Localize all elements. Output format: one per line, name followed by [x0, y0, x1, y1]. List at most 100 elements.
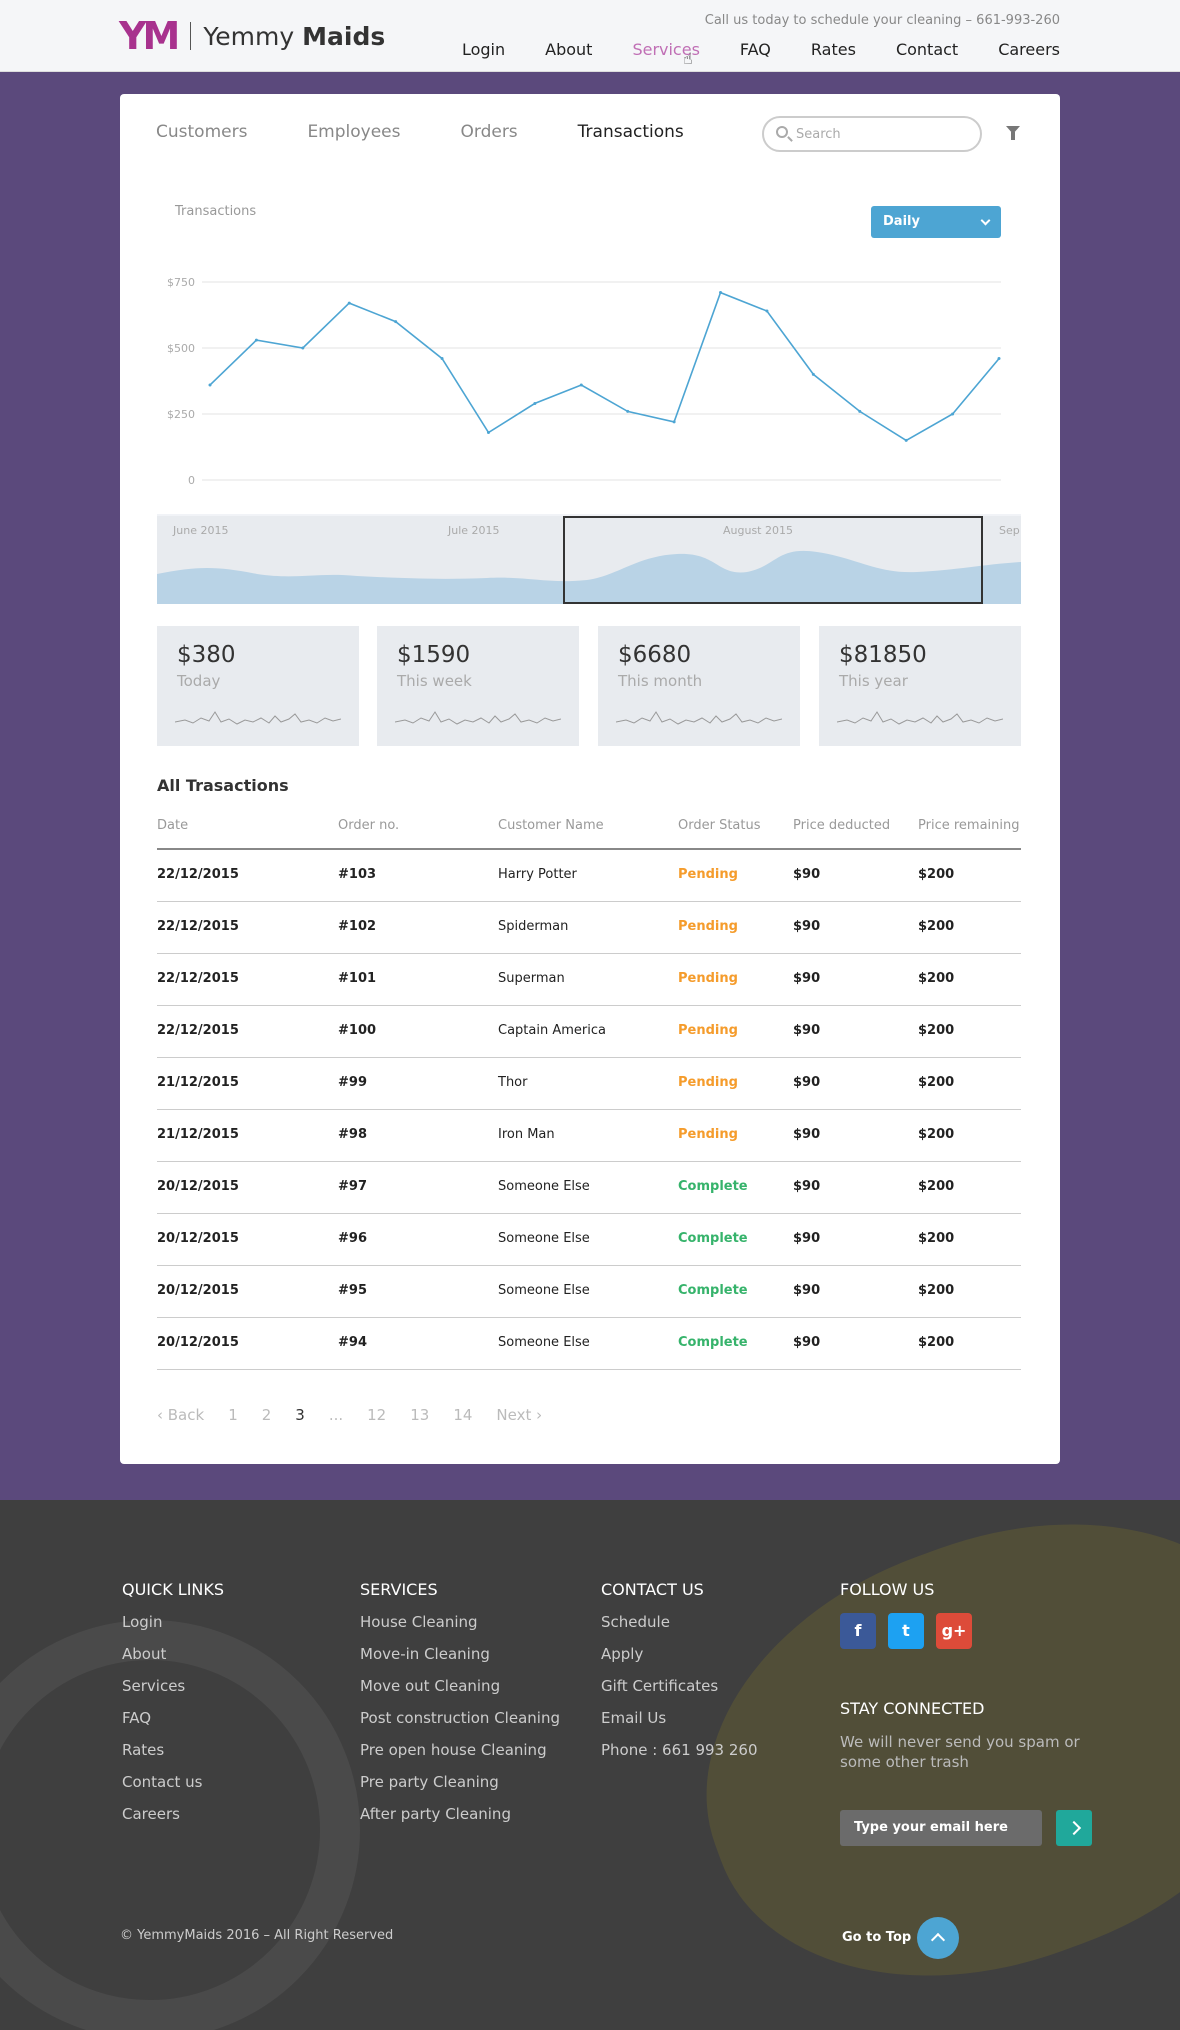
transactions-chart-panel: Transactions Daily $750 $500 $250 0 June 20… [157, 184, 1021, 604]
filter-icon[interactable] [1006, 126, 1020, 140]
search-input[interactable] [796, 124, 966, 144]
footer-link[interactable]: Pre open house Cleaning [360, 1741, 560, 1759]
price-deducted-cell: $90 [793, 1075, 821, 1090]
stat-value: $380 [177, 642, 236, 668]
customer-name-cell: Someone Else [498, 1283, 590, 1298]
footer-link[interactable]: About [122, 1645, 224, 1663]
customer-name-cell: Captain America [498, 1023, 606, 1038]
table-row[interactable]: 20/12/2015 #96 Someone Else Complete $90 $200 [157, 1214, 1021, 1266]
footer-link[interactable]: Phone : 661 993 260 [601, 1741, 757, 1759]
table-row[interactable]: 20/12/2015 #95 Someone Else Complete $90 $200 [157, 1266, 1021, 1318]
status-cell: Complete [678, 1283, 748, 1298]
footer-heading: QUICK LINKS [122, 1580, 225, 1599]
brand-second: Maids [302, 21, 386, 51]
table-row[interactable]: 21/12/2015 #98 Iron Man Pending $90 $200 [157, 1110, 1021, 1162]
facebook-icon[interactable]: f [840, 1613, 876, 1649]
search-box[interactable] [762, 116, 982, 152]
nav-link-login[interactable]: Login [462, 40, 505, 59]
footer-link[interactable]: Login [122, 1613, 224, 1631]
subscribe-button[interactable] [1056, 1810, 1092, 1846]
pager-back-button[interactable]: ‹ Back [157, 1406, 204, 1424]
column-header: Date [157, 818, 189, 833]
tab-customers[interactable]: Customers [156, 122, 247, 142]
stay-connected-text: We will never send you spam or some othe… [840, 1733, 1080, 1771]
date-cell: 20/12/2015 [157, 1179, 239, 1194]
go-to-top-button[interactable] [917, 1917, 959, 1959]
footer-link[interactable]: Schedule [601, 1613, 757, 1631]
footer-link[interactable]: Rates [122, 1741, 224, 1759]
footer-heading: FOLLOW US [840, 1580, 935, 1599]
pager-page: ... [328, 1406, 344, 1424]
tab-transactions[interactable]: Transactions [578, 122, 684, 142]
stat-label: This month [618, 672, 703, 690]
table-row[interactable]: 22/12/2015 #101 Superman Pending $90 $200 [157, 954, 1021, 1006]
nav-link-contact[interactable]: Contact [896, 40, 958, 59]
data-point [672, 420, 676, 424]
data-point [486, 430, 490, 434]
tab-employees[interactable]: Employees [307, 122, 400, 142]
status-cell: Pending [678, 1075, 738, 1090]
footer-link[interactable]: After party Cleaning [360, 1805, 560, 1823]
date-cell: 22/12/2015 [157, 971, 239, 986]
footer-link[interactable]: Pre party Cleaning [360, 1773, 560, 1791]
status-cell: Complete [678, 1179, 748, 1194]
email-field[interactable]: Type your email here [840, 1810, 1042, 1846]
table-row[interactable]: 20/12/2015 #94 Someone Else Complete $90 $200 [157, 1318, 1021, 1370]
data-point [301, 346, 305, 350]
data-point [951, 412, 955, 416]
twitter-icon[interactable]: t [888, 1613, 924, 1649]
data-point [904, 438, 908, 442]
stat-card: $1590 This week [377, 626, 579, 746]
copyright: © YemmyMaids 2016 – All Right Reserved [120, 1928, 394, 1943]
range-selector-window[interactable] [563, 516, 983, 604]
stat-card: $380 Today [157, 626, 359, 746]
y-tick-label: $750 [167, 276, 195, 289]
footer-link[interactable]: Contact us [122, 1773, 224, 1791]
table-row[interactable]: 22/12/2015 #103 Harry Potter Pending $90 $200 [157, 850, 1021, 902]
nav-link-rates[interactable]: Rates [811, 40, 856, 59]
price-remaining-cell: $200 [918, 1335, 955, 1350]
nav-link-about[interactable]: About [545, 40, 592, 59]
footer-link[interactable]: Careers [122, 1805, 224, 1823]
date-cell: 21/12/2015 [157, 1127, 239, 1142]
table-row[interactable]: 22/12/2015 #102 Spiderman Pending $90 $200 [157, 902, 1021, 954]
date-cell: 20/12/2015 [157, 1283, 239, 1298]
column-header: Order no. [338, 818, 400, 833]
tab-orders[interactable]: Orders [461, 122, 518, 142]
footer-link[interactable]: Email Us [601, 1709, 757, 1727]
date-cell: 22/12/2015 [157, 919, 239, 934]
footer-link[interactable]: Post construction Cleaning [360, 1709, 560, 1727]
table-row[interactable]: 20/12/2015 #97 Someone Else Complete $90 $200 [157, 1162, 1021, 1214]
footer-link[interactable]: Move-in Cleaning [360, 1645, 560, 1663]
nav-link-careers[interactable]: Careers [998, 40, 1060, 59]
data-point [626, 409, 630, 413]
logo[interactable]: YM Yemmy Maids [119, 14, 386, 58]
footer-link[interactable]: House Cleaning [360, 1613, 560, 1631]
pager-page[interactable]: 3 [295, 1406, 305, 1424]
table-row[interactable]: 21/12/2015 #99 Thor Pending $90 $200 [157, 1058, 1021, 1110]
pager-page[interactable]: 14 [453, 1406, 472, 1424]
table-body: 22/12/2015 #103 Harry Potter Pending $90 $200… [157, 850, 1021, 1370]
table-row[interactable]: 22/12/2015 #100 Captain America Pending $90 $… [157, 1006, 1021, 1058]
status-cell: Pending [678, 1127, 738, 1142]
pager-page[interactable]: 13 [410, 1406, 429, 1424]
stat-label: Today [177, 672, 221, 690]
google-plus-icon[interactable]: g+ [936, 1613, 972, 1649]
footer-heading: SERVICES [360, 1580, 438, 1599]
stat-label: This week [397, 672, 472, 690]
pager-next-button[interactable]: Next › [496, 1406, 542, 1424]
pager-page[interactable]: 1 [228, 1406, 238, 1424]
logo-mark: YM [119, 14, 180, 58]
status-cell: Complete [678, 1335, 748, 1350]
nav-link-faq[interactable]: FAQ [740, 40, 771, 59]
footer-link[interactable]: Services [122, 1677, 224, 1695]
go-to-top-label[interactable]: Go to Top [842, 1930, 911, 1945]
footer-link[interactable]: Gift Certificates [601, 1677, 757, 1695]
pager-page[interactable]: 2 [262, 1406, 272, 1424]
price-deducted-cell: $90 [793, 1023, 821, 1038]
footer-link[interactable]: Apply [601, 1645, 757, 1663]
customer-name-cell: Thor [498, 1075, 528, 1090]
footer-link[interactable]: FAQ [122, 1709, 224, 1727]
footer-link[interactable]: Move out Cleaning [360, 1677, 560, 1695]
pager-page[interactable]: 12 [367, 1406, 386, 1424]
